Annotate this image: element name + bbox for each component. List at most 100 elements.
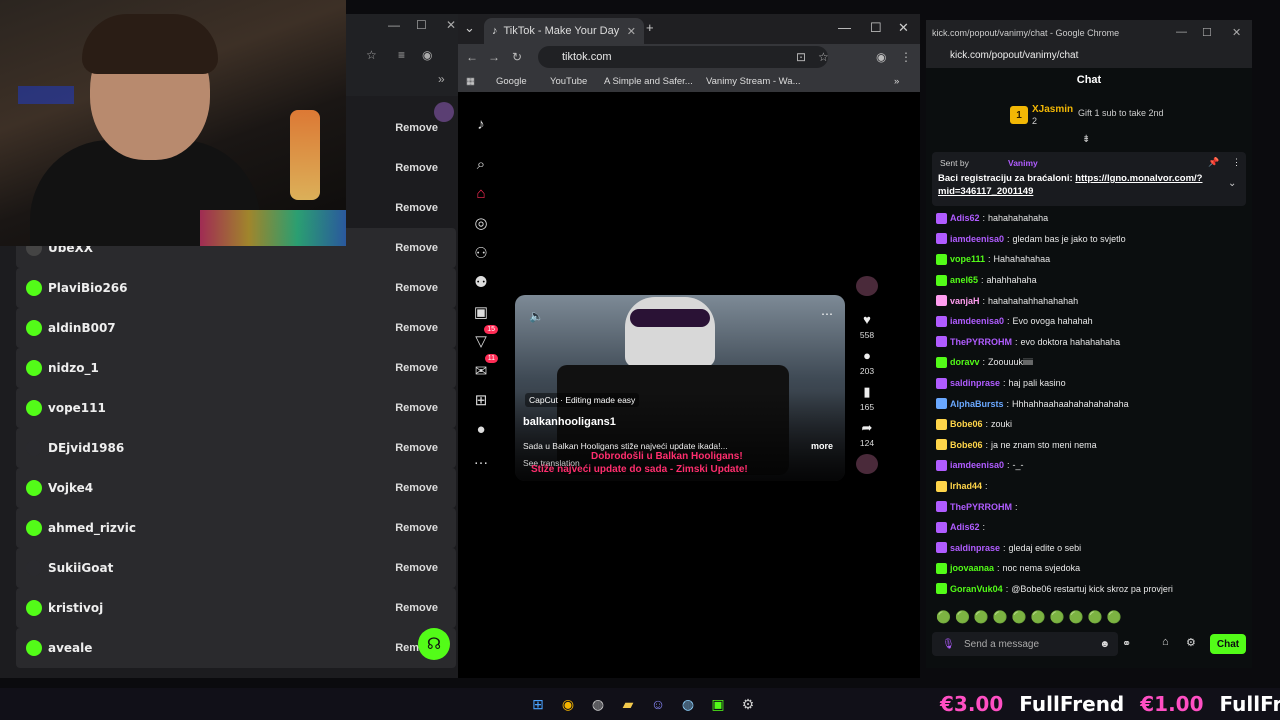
remove-button[interactable]: Remove (395, 522, 438, 534)
close-icon[interactable]: ✕ (898, 20, 909, 36)
tiktok-logo-icon[interactable]: ♪ (466, 110, 496, 140)
remove-button[interactable]: Remove (395, 482, 438, 494)
maximize-icon[interactable]: ☐ (416, 18, 427, 32)
chat-username[interactable]: ThePYRROHM (950, 337, 1012, 347)
new-tab-icon[interactable]: + (646, 20, 654, 35)
chat-username[interactable]: vope111 (950, 254, 985, 264)
maximize-icon[interactable]: ☐ (1202, 26, 1212, 39)
chat-username[interactable]: iamdeenisa0 (950, 460, 1004, 470)
remove-button[interactable]: Remove (395, 322, 438, 334)
url-field[interactable]: kick.com/popout/vanimy/chat (950, 50, 1078, 61)
creator-avatar[interactable] (856, 276, 878, 296)
profile-avatar-icon[interactable]: ● (466, 415, 496, 445)
remove-button[interactable]: Remove (395, 282, 438, 294)
remove-button[interactable]: Remove (395, 602, 438, 614)
maximize-icon[interactable]: ☐ (870, 20, 882, 36)
search-icon[interactable]: ⌕ (466, 150, 496, 180)
minimize-icon[interactable]: — (388, 18, 400, 32)
close-icon[interactable]: ✕ (446, 18, 456, 32)
chevron-right-icon[interactable]: » (438, 72, 445, 86)
remove-button[interactable]: Remove (395, 202, 438, 214)
close-icon[interactable]: ✕ (1232, 26, 1241, 39)
chat-username[interactable]: ThePYRROHM (950, 502, 1012, 512)
chat-username[interactable]: saldinprase (950, 378, 1000, 388)
capcut-label[interactable]: CapCut · Editing made easy (525, 393, 640, 407)
apps-icon[interactable]: ▦ (466, 76, 475, 87)
send-chat-button[interactable]: Chat (1210, 634, 1246, 654)
chevron-down-icon[interactable]: ⌄ (464, 20, 475, 36)
chat-username[interactable]: Bobe06 (950, 419, 983, 429)
steam-alt-icon[interactable]: ◍ (678, 694, 698, 714)
message-input[interactable]: 🎙 Send a message ☻ (932, 632, 1118, 656)
minimize-icon[interactable]: — (1176, 26, 1187, 38)
bookmark-simple-safer[interactable]: A Simple and Safer... (604, 76, 693, 87)
chat-username[interactable]: joovaanaa (950, 563, 994, 573)
tab-tiktok[interactable]: ♪ TikTok - Make Your Day ✕ (484, 18, 644, 44)
bookmark-youtube[interactable]: YouTube (550, 76, 587, 87)
chat-username[interactable]: GoranVuk04 (950, 584, 1003, 594)
settings-icon[interactable]: ⚙ (738, 694, 758, 714)
forward-icon[interactable]: → (488, 50, 500, 64)
leader-name[interactable]: XJasmin (1032, 104, 1073, 115)
menu-icon[interactable]: ⋮ (900, 50, 912, 64)
remove-button[interactable]: Remove (395, 362, 438, 374)
remove-button[interactable]: Remove (395, 402, 438, 414)
pinned-sender[interactable]: Vanimy (1008, 158, 1038, 168)
store-icon[interactable]: ⌂ (1162, 636, 1169, 648)
chat-username[interactable]: vanjaH (950, 296, 980, 306)
pin-icon[interactable]: 📌 (1208, 157, 1219, 168)
gift-prompt[interactable]: Gift 1 sub to take 2nd (1078, 108, 1164, 118)
microphone-icon[interactable]: 🎙 (942, 639, 955, 650)
activity-icon[interactable]: ▽ 15 (466, 324, 498, 357)
emoji-icon[interactable]: ☻ (1099, 639, 1110, 650)
more-options-icon[interactable]: ⋮ (1232, 157, 1241, 168)
kick-icon[interactable]: ▣ (708, 694, 728, 714)
chat-username[interactable]: doravv (950, 357, 980, 367)
gear-icon[interactable]: ⚙ (1186, 636, 1196, 649)
more-icon[interactable]: … (466, 445, 496, 475)
chat-username[interactable]: anel65 (950, 275, 978, 285)
remove-button[interactable]: Remove (395, 162, 438, 174)
remove-button[interactable]: Remove (395, 122, 438, 134)
following-icon[interactable]: ⚇ (466, 238, 496, 268)
video-player[interactable]: 🔈 ⋯ CapCut · Editing made easy balkanhoo… (515, 295, 845, 481)
live-icon[interactable]: ▣ (466, 297, 496, 327)
star-icon[interactable]: ☆ (366, 48, 377, 62)
star-icon[interactable]: ☆ (818, 50, 829, 64)
steam-icon[interactable]: ◍ (588, 694, 608, 714)
profile-icon[interactable]: ◉ (876, 50, 886, 64)
url-field[interactable]: tiktok.com (538, 46, 828, 68)
back-icon[interactable]: ← (466, 50, 478, 64)
chevron-right-icon[interactable]: » (894, 76, 899, 87)
messages-icon[interactable]: ✉ 11 (466, 354, 498, 386)
bookmark-google[interactable]: Google (496, 76, 527, 87)
profile-icon[interactable]: ◉ (422, 48, 432, 62)
video-username[interactable]: balkanhooligans1 (523, 416, 616, 428)
volume-icon[interactable]: 🔈 (529, 309, 544, 323)
chat-username[interactable]: iamdeenisa0 (950, 316, 1004, 326)
friends-icon[interactable]: ⚉ (466, 268, 496, 298)
remove-button[interactable]: Remove (395, 442, 438, 454)
bookmark-vanimy-stream[interactable]: Vanimy Stream - Wa... (706, 76, 801, 87)
remove-button[interactable]: Remove (395, 242, 438, 254)
chat-username[interactable]: saldinprase (950, 543, 1000, 553)
folder-icon[interactable]: ▰ (618, 694, 638, 714)
chat-username[interactable]: iamdeenisa0 (950, 234, 1004, 244)
extensions-icon[interactable]: ≡ (398, 48, 405, 62)
emote-bar[interactable]: 🟢🟢🟢🟢🟢🟢🟢🟢🟢🟢 (936, 610, 1125, 624)
windows-start-icon[interactable]: ⊞ (528, 694, 548, 714)
chat-username[interactable]: Irhad44 (950, 481, 982, 491)
close-tab-icon[interactable]: ✕ (627, 25, 636, 38)
bookmark-icon[interactable]: ▮ (854, 382, 880, 402)
minimize-icon[interactable]: — (838, 20, 851, 35)
chat-username[interactable]: Bobe06 (950, 440, 983, 450)
support-chat-button[interactable]: ☊ (418, 628, 450, 660)
chevron-down-icon[interactable]: ⌄ (1228, 178, 1236, 189)
more-link[interactable]: more (811, 441, 833, 451)
chat-username[interactable]: Adis62 (950, 522, 980, 532)
discord-icon[interactable]: ☺ (648, 694, 668, 714)
install-app-icon[interactable]: ⊡ (796, 50, 806, 64)
collapse-icon[interactable]: ⇟ (1082, 134, 1090, 145)
chrome-icon[interactable]: ◉ (558, 694, 578, 714)
comment-icon[interactable]: ● (854, 346, 880, 366)
